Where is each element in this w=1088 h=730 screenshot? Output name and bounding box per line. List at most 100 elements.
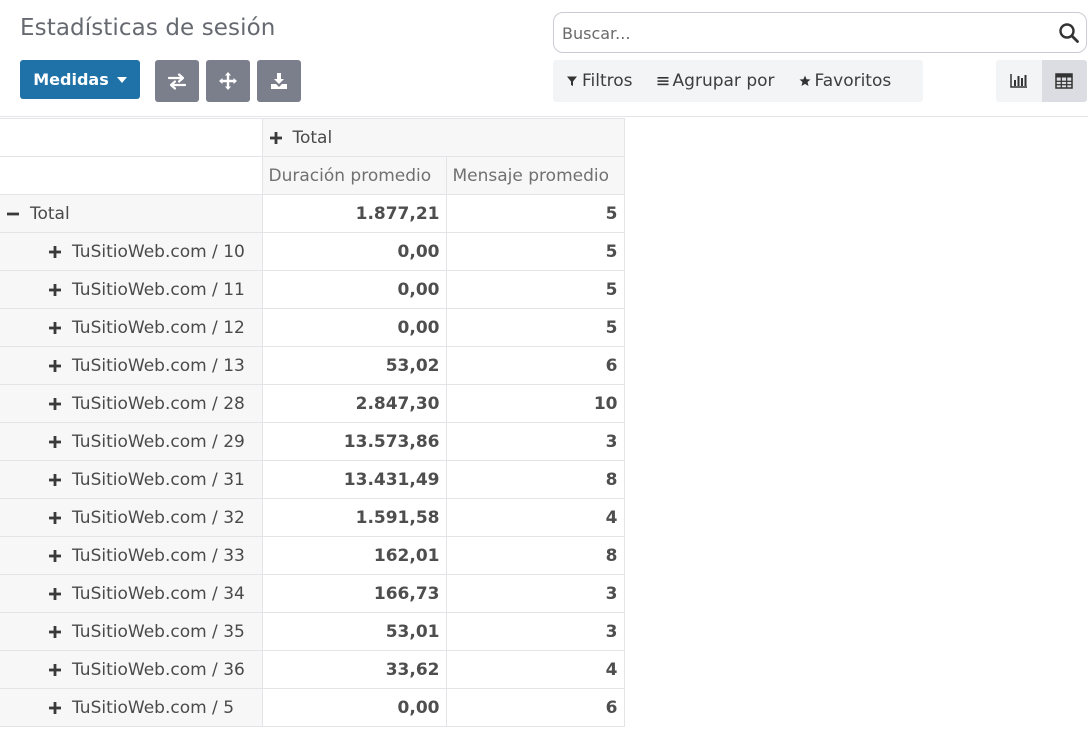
expand-all-button[interactable] — [206, 60, 250, 102]
minus-icon — [6, 207, 20, 221]
measure-header-duration[interactable]: Duración promedio — [261, 156, 447, 195]
control-panel-divider — [0, 116, 1088, 117]
plus-icon — [48, 283, 62, 297]
row-header[interactable]: TuSitioWeb.com / 31 — [0, 460, 263, 499]
cell-duration[interactable]: 0,00 — [261, 270, 447, 309]
pivot-row: TuSitioWeb.com / 13 53,02 6 — [0, 346, 625, 385]
row-header-label: TuSitioWeb.com / 10 — [72, 241, 245, 262]
pivot-row: TuSitioWeb.com / 10 0,00 5 — [0, 232, 625, 271]
bars-icon — [657, 77, 669, 86]
row-header[interactable]: TuSitioWeb.com / 35 — [0, 612, 263, 651]
measures-dropdown-button[interactable]: Medidas — [20, 60, 140, 99]
cell-duration[interactable]: 0,00 — [261, 308, 447, 347]
pivot-row: TuSitioWeb.com / 32 1.591,58 4 — [0, 498, 625, 537]
measure-header-messages[interactable]: Mensaje promedio — [445, 156, 625, 195]
pivot-corner-cell — [0, 156, 263, 195]
plus-icon — [48, 511, 62, 525]
plus-icon — [48, 435, 62, 449]
col-header-label: Total — [292, 127, 333, 148]
cell-messages[interactable]: 6 — [445, 688, 625, 727]
cell-duration[interactable]: 13.573,86 — [261, 422, 447, 461]
cell-duration[interactable]: 1.591,58 — [261, 498, 447, 537]
star-icon — [799, 75, 810, 86]
cell-messages[interactable]: 3 — [445, 422, 625, 461]
group-by-label: Agrupar por — [672, 71, 775, 91]
cell-messages[interactable]: 5 — [445, 308, 625, 347]
row-header[interactable]: TuSitioWeb.com / 28 — [0, 384, 263, 423]
search-box[interactable] — [553, 12, 1087, 53]
row-header[interactable]: TuSitioWeb.com / 11 — [0, 270, 263, 309]
pivot-row: TuSitioWeb.com / 28 2.847,30 10 — [0, 384, 625, 423]
cell-messages[interactable]: 3 — [445, 574, 625, 613]
cell-messages[interactable]: 6 — [445, 346, 625, 385]
plus-icon — [48, 359, 62, 373]
cell-duration[interactable]: 0,00 — [261, 232, 447, 271]
cell-duration[interactable]: 162,01 — [261, 536, 447, 575]
caret-down-icon — [116, 76, 127, 83]
row-header-label: TuSitioWeb.com / 12 — [72, 317, 245, 338]
cell-messages[interactable]: 10 — [445, 384, 625, 423]
plus-icon — [48, 549, 62, 563]
pivot-row: TuSitioWeb.com / 5 0,00 6 — [0, 688, 625, 727]
view-switcher — [996, 60, 1087, 102]
plus-icon — [48, 397, 62, 411]
cell-duration[interactable]: 2.847,30 — [261, 384, 447, 423]
cell-messages[interactable]: 5 — [445, 232, 625, 271]
row-header[interactable]: TuSitioWeb.com / 12 — [0, 308, 263, 347]
pivot-row: TuSitioWeb.com / 11 0,00 5 — [0, 270, 625, 309]
plus-icon — [48, 625, 62, 639]
page-title: Estadísticas de sesión — [20, 15, 276, 41]
row-header[interactable]: TuSitioWeb.com / 34 — [0, 574, 263, 613]
cell-duration[interactable]: 1.877,21 — [261, 194, 447, 233]
cell-duration[interactable]: 0,00 — [261, 688, 447, 727]
pivot-table: Total Duración promedio Mensaje promedio… — [0, 118, 625, 727]
download-button[interactable] — [257, 60, 301, 102]
filters-toggle[interactable]: Filtros — [566, 71, 633, 91]
measures-label: Medidas — [33, 70, 109, 89]
row-header-label: TuSitioWeb.com / 5 — [72, 697, 235, 718]
row-header-label: TuSitioWeb.com / 35 — [72, 621, 245, 642]
cell-duration[interactable]: 53,01 — [261, 612, 447, 651]
row-header[interactable]: TuSitioWeb.com / 33 — [0, 536, 263, 575]
cell-messages[interactable]: 5 — [445, 270, 625, 309]
flip-axis-button[interactable] — [155, 60, 199, 102]
row-header[interactable]: TuSitioWeb.com / 36 — [0, 650, 263, 689]
pivot-col-header-total[interactable]: Total — [261, 118, 625, 157]
cell-messages[interactable]: 4 — [445, 498, 625, 537]
exchange-icon — [167, 73, 187, 90]
cell-messages[interactable]: 8 — [445, 460, 625, 499]
cell-duration[interactable]: 33,62 — [261, 650, 447, 689]
cell-duration[interactable]: 13.431,49 — [261, 460, 447, 499]
row-header[interactable]: TuSitioWeb.com / 13 — [0, 346, 263, 385]
cell-messages[interactable]: 3 — [445, 612, 625, 651]
row-header[interactable]: TuSitioWeb.com / 5 — [0, 688, 263, 727]
row-header[interactable]: TuSitioWeb.com / 32 — [0, 498, 263, 537]
group-by-toggle[interactable]: Agrupar por — [657, 71, 775, 91]
row-header-label: TuSitioWeb.com / 36 — [72, 659, 245, 680]
row-header-total[interactable]: Total — [0, 194, 263, 233]
graph-view-button[interactable] — [996, 60, 1042, 102]
row-header[interactable]: TuSitioWeb.com / 29 — [0, 422, 263, 461]
row-header-label: Total — [30, 203, 70, 224]
plus-icon — [48, 473, 62, 487]
pivot-row: TuSitioWeb.com / 12 0,00 5 — [0, 308, 625, 347]
row-header-label: TuSitioWeb.com / 13 — [72, 355, 245, 376]
row-header-label: TuSitioWeb.com / 29 — [72, 431, 245, 452]
search-input[interactable] — [562, 21, 1042, 45]
pivot-row: TuSitioWeb.com / 33 162,01 8 — [0, 536, 625, 575]
pivot-view-button[interactable] — [1041, 60, 1087, 102]
row-header-label: TuSitioWeb.com / 32 — [72, 507, 245, 528]
pivot-row: TuSitioWeb.com / 35 53,01 3 — [0, 612, 625, 651]
cell-messages[interactable]: 5 — [445, 194, 625, 233]
cell-messages[interactable]: 8 — [445, 536, 625, 575]
cell-duration[interactable]: 166,73 — [261, 574, 447, 613]
favorites-toggle[interactable]: Favoritos — [799, 71, 891, 91]
row-header[interactable]: TuSitioWeb.com / 10 — [0, 232, 263, 271]
pivot-row: TuSitioWeb.com / 34 166,73 3 — [0, 574, 625, 613]
cell-duration[interactable]: 53,02 — [261, 346, 447, 385]
cell-messages[interactable]: 4 — [445, 650, 625, 689]
search-icon[interactable] — [1058, 22, 1080, 44]
row-header-label: TuSitioWeb.com / 28 — [72, 393, 245, 414]
pivot-corner-cell — [0, 118, 263, 157]
row-header-label: TuSitioWeb.com / 11 — [72, 279, 245, 300]
